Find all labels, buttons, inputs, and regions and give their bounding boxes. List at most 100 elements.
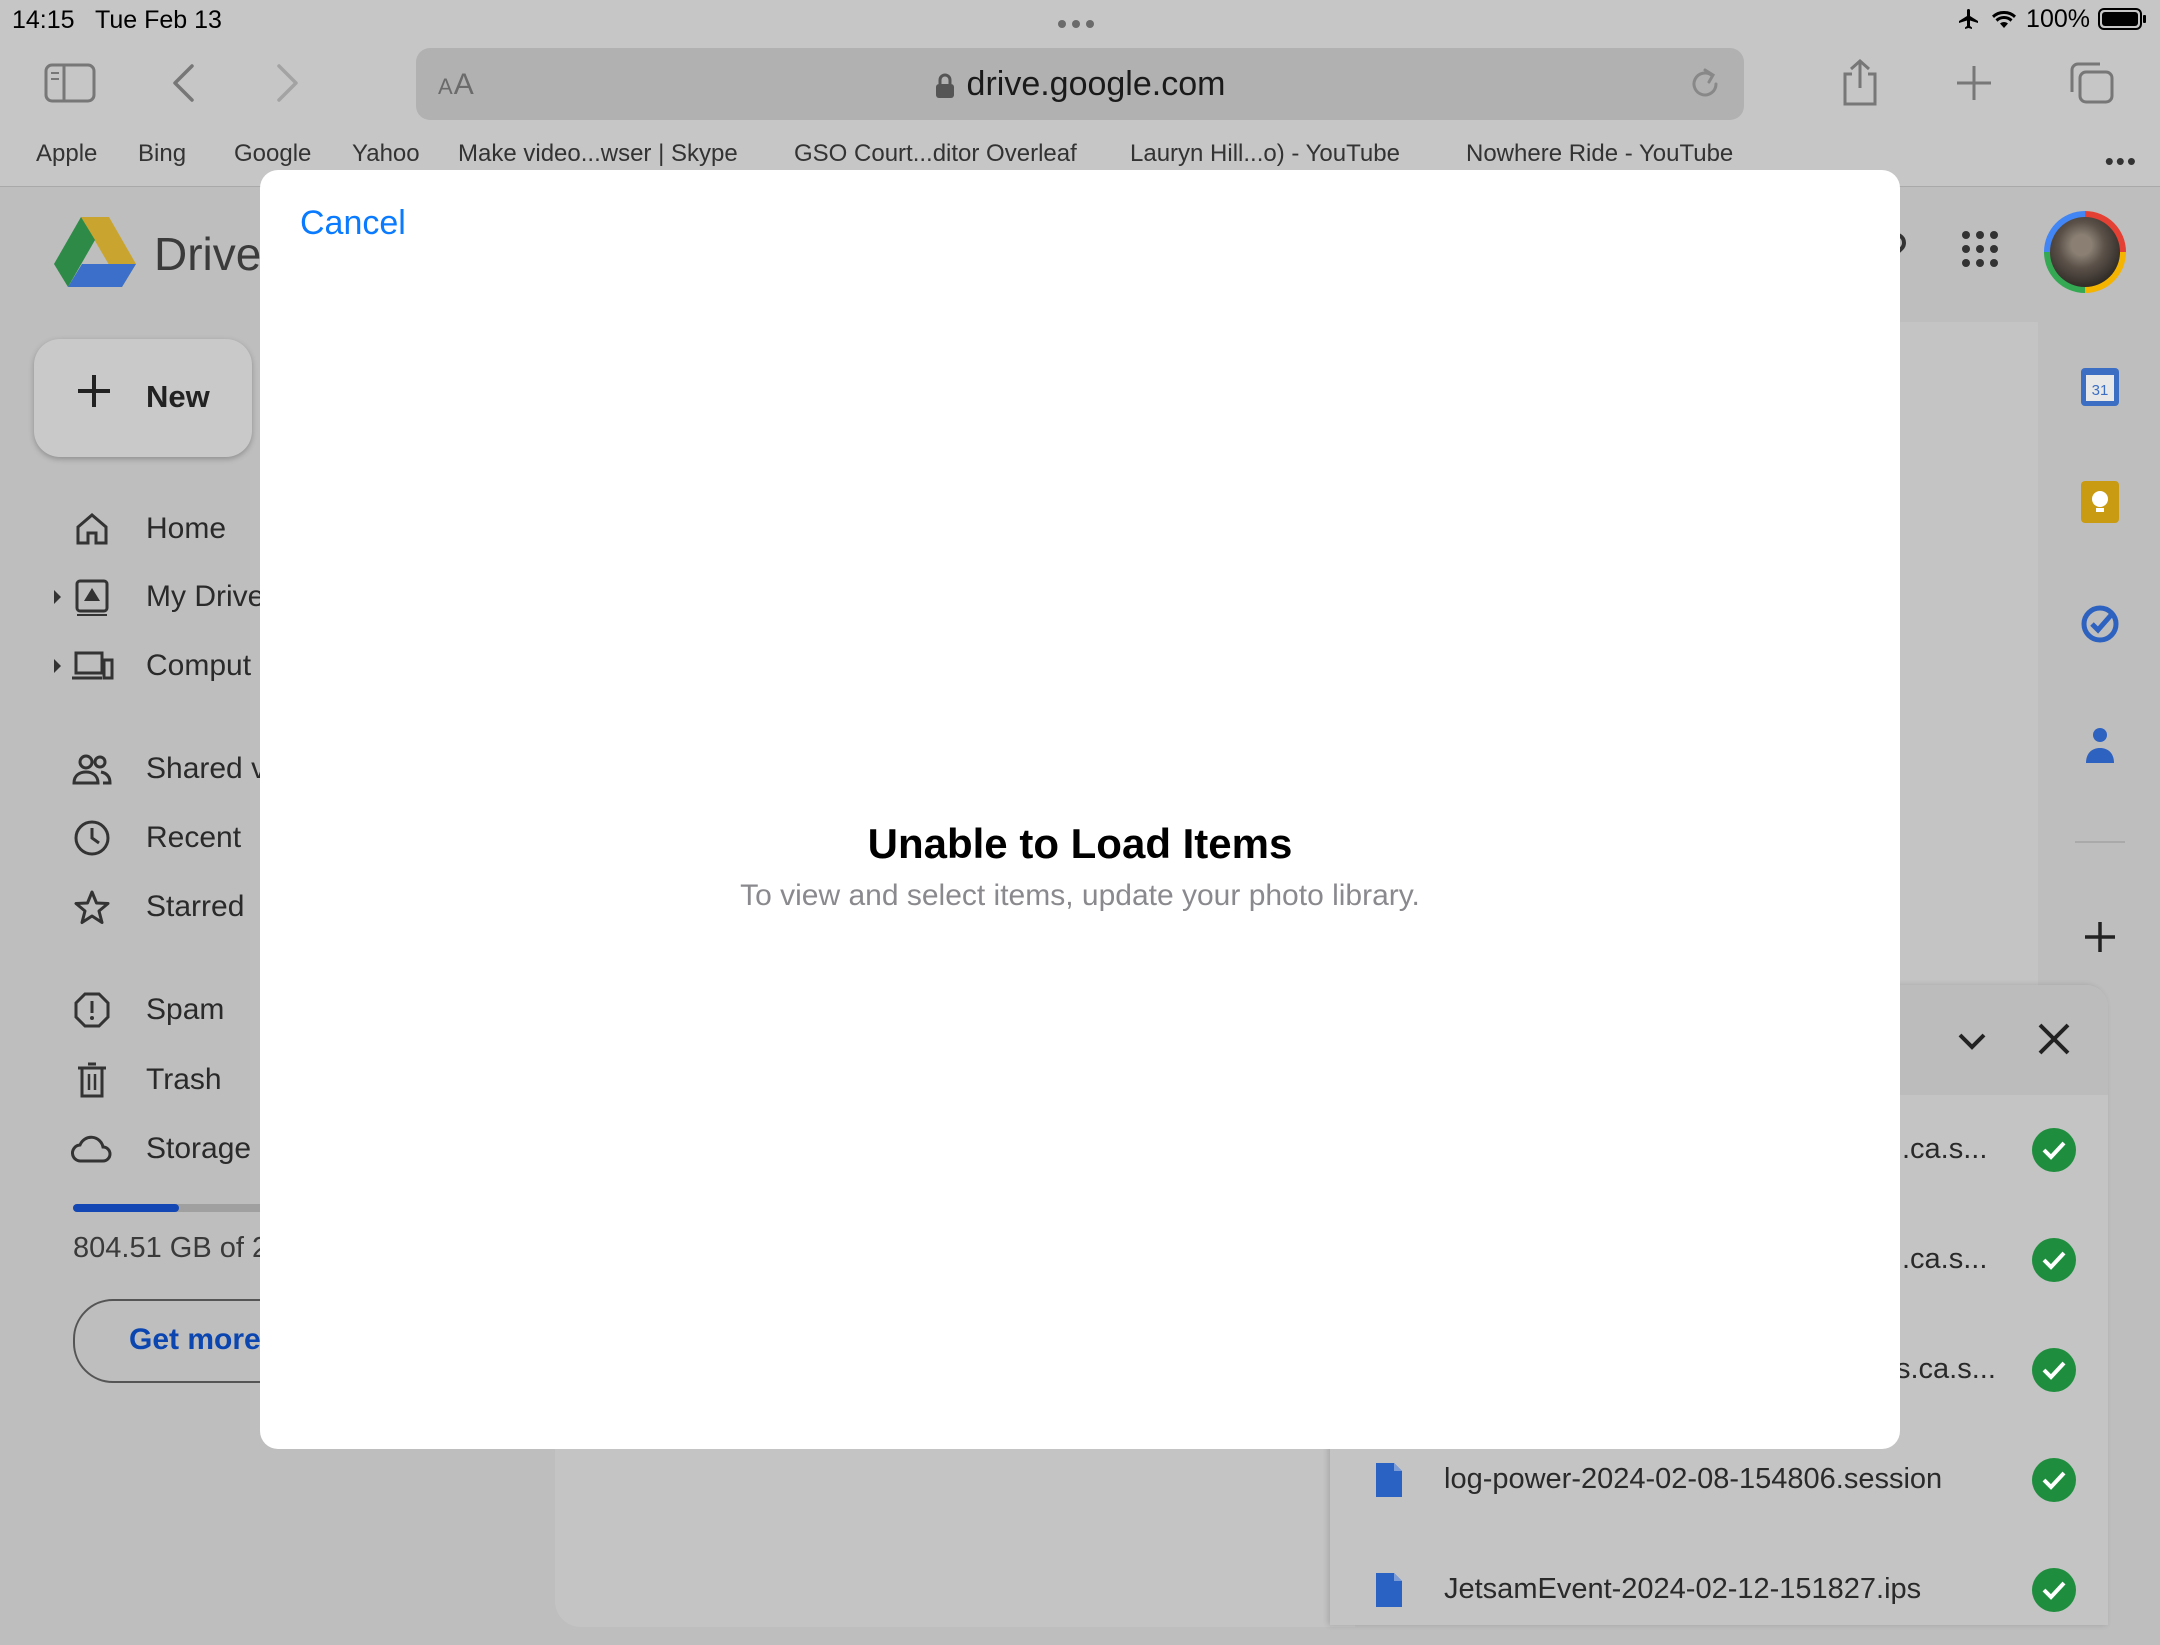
plus-icon [78, 375, 110, 407]
more-bookmarks-icon[interactable]: ••• [2105, 146, 2138, 177]
keep-icon [2081, 481, 2119, 523]
recent-icon [70, 816, 114, 860]
trash-icon [70, 1058, 114, 1102]
spam-icon [70, 988, 114, 1032]
tabs-overview-button[interactable] [2064, 56, 2120, 110]
nav-item-label: Home [146, 512, 227, 545]
battery-percent: 100% [2026, 4, 2090, 33]
check-circle-icon [2032, 1458, 2076, 1502]
bookmark-overleaf[interactable]: GSO Court...ditor Overleaf [794, 140, 1077, 168]
error-title: Unable to Load Items [867, 820, 1293, 867]
nav-item-label: Shared v [146, 752, 267, 785]
nav-item-computers[interactable]: Comput [54, 641, 251, 691]
storage-text: 804.51 GB of 2 [73, 1232, 269, 1264]
lock-icon [935, 73, 954, 99]
bookmark-skype[interactable]: Make video...wser | Skype [458, 140, 738, 168]
plus-icon [2085, 922, 2115, 952]
bookmark-google[interactable]: Google [234, 140, 311, 168]
sidebar-icon [44, 63, 96, 103]
document-icon [1376, 1573, 1402, 1607]
new-button[interactable]: New [34, 339, 252, 457]
calendar-app-button[interactable]: 31 [2075, 362, 2125, 412]
google-apps-icon[interactable] [1960, 229, 2000, 269]
contacts-icon [2086, 728, 2114, 763]
nav-item-label: Recent [146, 821, 242, 854]
check-circle-icon [2032, 1568, 2076, 1612]
upload-file-name: log-power-2024-02-08-154806.session [1444, 1463, 1943, 1495]
chevron-right-icon [277, 64, 298, 102]
url-display[interactable]: drive.google.com [416, 65, 1744, 104]
bookmark-yahoo[interactable]: Yahoo [352, 140, 420, 168]
google-drive-logo-icon [54, 217, 136, 287]
error-subtitle: To view and select items, update your ph… [740, 879, 1420, 912]
airplane-icon [1959, 9, 1979, 29]
calendar-icon: 31 [2081, 368, 2119, 406]
plus-icon [1957, 66, 1991, 100]
side-panel-divider [2075, 841, 2125, 843]
nav-item-home[interactable]: Home [70, 504, 226, 554]
check-circle-icon [2032, 1238, 2076, 1282]
forward-button[interactable] [260, 56, 316, 110]
share-button[interactable] [1832, 56, 1888, 110]
bookmark-nowhere-ride[interactable]: Nowhere Ride - YouTube [1466, 140, 1733, 168]
expand-caret-icon[interactable] [54, 659, 61, 673]
bookmark-bing[interactable]: Bing [138, 140, 186, 168]
url-text: drive.google.com [966, 65, 1226, 103]
back-button[interactable] [155, 56, 211, 110]
keep-app-button[interactable] [2075, 477, 2125, 527]
home-icon [70, 507, 114, 551]
nav-item-trash[interactable]: Trash [70, 1055, 222, 1105]
nav-item-recent[interactable]: Recent [70, 813, 241, 863]
nav-item-my-drive[interactable]: My Drive [54, 572, 264, 622]
upload-file-name: JetsamEvent-2024-02-12-151827.ips [1444, 1573, 1922, 1605]
contacts-app-button[interactable] [2075, 720, 2125, 770]
upload-file-name: .ca.s... [1902, 1243, 1988, 1275]
sidebar-toggle-button[interactable] [42, 56, 98, 110]
new-button-label: New [146, 379, 210, 414]
tasks-app-button[interactable] [2075, 599, 2125, 649]
wifi-icon [1992, 10, 2017, 28]
storage-usage-bar [73, 1204, 263, 1212]
address-bar[interactable]: AA drive.google.com [416, 48, 1744, 120]
nav-item-label: Storage [146, 1132, 252, 1165]
nav-item-label: My Drive [146, 580, 265, 613]
cloud-icon [70, 1127, 114, 1171]
bookmark-apple[interactable]: Apple [36, 140, 97, 168]
avatar-photo [2050, 217, 2120, 287]
nav-item-shared[interactable]: Shared v [70, 744, 266, 794]
tasks-icon [2081, 605, 2119, 643]
shared-icon [70, 747, 114, 791]
nav-item-storage[interactable]: Storage [70, 1124, 251, 1174]
upload-row[interactable]: JetsamEvent-2024-02-12-151827.ips [1330, 1535, 2108, 1645]
status-time: 14:15 [12, 6, 75, 34]
photo-picker-sheet: Cancel Unable to Load Items To view and … [260, 170, 1900, 1449]
nav-item-label: Trash [146, 1063, 222, 1096]
nav-item-label: Spam [146, 993, 225, 1026]
nav-item-label: Comput [146, 649, 252, 682]
status-date: Tue Feb 13 [95, 6, 222, 34]
get-addons-button[interactable] [2075, 912, 2125, 962]
browser-toolbar: AA drive.google.com [0, 38, 2160, 128]
bookmark-lauryn-hill[interactable]: Lauryn Hill...o) - YouTube [1130, 140, 1400, 168]
new-tab-button[interactable] [1946, 56, 2002, 110]
computers-icon [70, 644, 114, 688]
drive-title: Drive [154, 228, 262, 280]
battery-icon [2098, 8, 2146, 30]
share-icon [1843, 58, 1877, 106]
document-icon [1376, 1463, 1402, 1497]
my-drive-icon [70, 575, 114, 619]
star-icon [70, 885, 114, 929]
close-icon[interactable] [2034, 1019, 2074, 1059]
upload-file-name: .ca.s... [1902, 1133, 1988, 1165]
nav-item-spam[interactable]: Spam [70, 985, 224, 1035]
get-more-label: Get more [129, 1323, 261, 1356]
multitasking-dots-icon[interactable] [1058, 15, 1102, 28]
nav-item-starred[interactable]: Starred [70, 882, 244, 932]
account-avatar[interactable] [2044, 211, 2126, 293]
cancel-button[interactable]: Cancel [300, 204, 406, 243]
reload-icon[interactable] [1688, 66, 1722, 102]
chevron-down-icon[interactable] [1952, 1021, 1992, 1061]
expand-caret-icon[interactable] [54, 590, 61, 604]
tabs-icon [2070, 62, 2114, 104]
status-indicators: 100% [1956, 4, 2148, 34]
